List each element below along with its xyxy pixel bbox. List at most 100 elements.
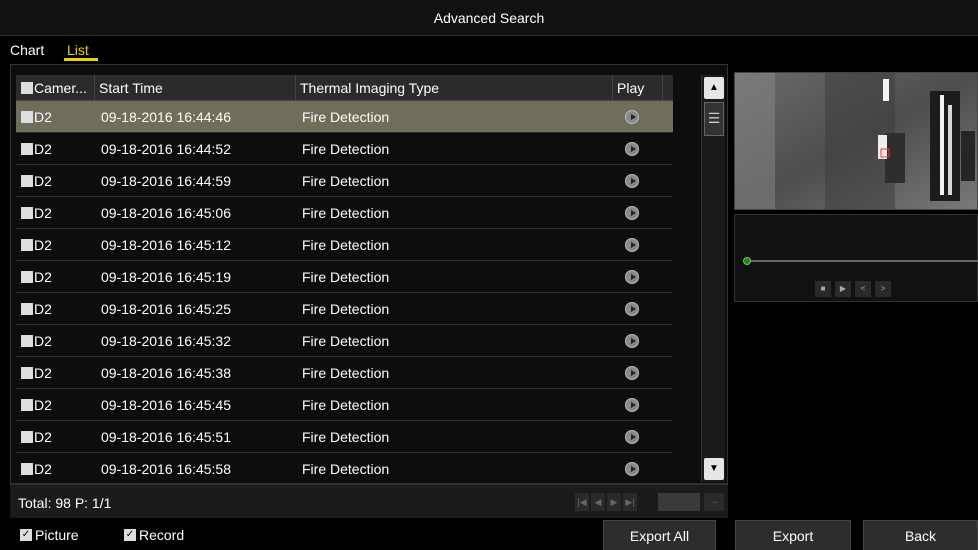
stop-icon[interactable]: ■ bbox=[815, 281, 831, 297]
row-camera: D2 bbox=[34, 205, 52, 221]
tab-chart[interactable]: Chart bbox=[10, 42, 44, 58]
row-type: Fire Detection bbox=[302, 333, 390, 349]
results-table: Camer... Start Time Thermal Imaging Type… bbox=[16, 75, 673, 485]
step-back-icon[interactable]: < bbox=[855, 281, 871, 297]
table-row[interactable]: D2 09-18-2016 16:45:12 Fire Detection bbox=[16, 229, 673, 261]
table-row[interactable]: D2 09-18-2016 16:44:59 Fire Detection bbox=[16, 165, 673, 197]
row-checkbox[interactable] bbox=[21, 271, 33, 283]
row-camera: D2 bbox=[34, 173, 52, 189]
pagination-bar: Total: 98 P: 1/1 |◀ ◀ ▶ ▶| → bbox=[10, 484, 728, 518]
row-camera: D2 bbox=[34, 269, 52, 285]
step-forward-icon[interactable]: > bbox=[875, 281, 891, 297]
row-checkbox[interactable] bbox=[21, 431, 33, 443]
total-count: Total: 98 P: 1/1 bbox=[18, 495, 112, 511]
table-row[interactable]: D2 09-18-2016 16:45:19 Fire Detection bbox=[16, 261, 673, 293]
results-panel: Camer... Start Time Thermal Imaging Type… bbox=[10, 64, 728, 485]
play-circle-icon[interactable] bbox=[625, 142, 639, 156]
prev-page-icon[interactable]: ◀ bbox=[591, 493, 605, 511]
picture-checkbox[interactable]: ✓ bbox=[20, 529, 32, 541]
header-type[interactable]: Thermal Imaging Type bbox=[296, 75, 613, 101]
scroll-thumb[interactable]: ☰ bbox=[704, 102, 724, 136]
row-type: Fire Detection bbox=[302, 205, 390, 221]
row-type: Fire Detection bbox=[302, 141, 390, 157]
table-row[interactable]: D2 09-18-2016 16:45:58 Fire Detection bbox=[16, 453, 673, 485]
row-start-time: 09-18-2016 16:45:38 bbox=[101, 365, 231, 381]
tab-list[interactable]: List bbox=[67, 42, 89, 58]
table-row[interactable]: D2 09-18-2016 16:45:32 Fire Detection bbox=[16, 325, 673, 357]
row-camera: D2 bbox=[34, 301, 52, 317]
record-option[interactable]: ✓ Record bbox=[124, 527, 184, 543]
play-circle-icon[interactable] bbox=[625, 238, 639, 252]
header-start-time[interactable]: Start Time bbox=[95, 75, 296, 101]
row-camera: D2 bbox=[34, 461, 52, 477]
back-button[interactable]: Back bbox=[863, 520, 978, 550]
play-circle-icon[interactable] bbox=[625, 302, 639, 316]
table-header: Camer... Start Time Thermal Imaging Type… bbox=[16, 75, 673, 101]
header-camera[interactable]: Camer... bbox=[16, 75, 95, 101]
row-checkbox[interactable] bbox=[21, 207, 33, 219]
row-camera: D2 bbox=[34, 109, 52, 125]
row-checkbox[interactable] bbox=[21, 367, 33, 379]
header-spacer bbox=[663, 75, 673, 101]
row-camera: D2 bbox=[34, 333, 52, 349]
table-row[interactable]: D2 09-18-2016 16:45:45 Fire Detection bbox=[16, 389, 673, 421]
select-all-checkbox[interactable] bbox=[21, 82, 33, 94]
video-preview bbox=[734, 72, 978, 210]
row-start-time: 09-18-2016 16:45:25 bbox=[101, 301, 231, 317]
row-start-time: 09-18-2016 16:45:32 bbox=[101, 333, 231, 349]
play-circle-icon[interactable] bbox=[625, 398, 639, 412]
picture-option[interactable]: ✓ Picture bbox=[20, 527, 79, 543]
first-page-icon[interactable]: |◀ bbox=[575, 493, 589, 511]
playback-progress-knob[interactable] bbox=[743, 257, 751, 265]
row-start-time: 09-18-2016 16:45:58 bbox=[101, 461, 231, 477]
last-page-icon[interactable]: ▶| bbox=[623, 493, 637, 511]
play-circle-icon[interactable] bbox=[625, 462, 639, 476]
table-row[interactable]: D2 09-18-2016 16:44:46 Fire Detection bbox=[16, 101, 673, 133]
play-circle-icon[interactable] bbox=[625, 430, 639, 444]
play-circle-icon[interactable] bbox=[625, 334, 639, 348]
thermal-image bbox=[735, 73, 977, 209]
right-empty-area bbox=[734, 306, 978, 518]
play-circle-icon[interactable] bbox=[625, 110, 639, 124]
play-circle-icon[interactable] bbox=[625, 366, 639, 380]
row-start-time: 09-18-2016 16:45:45 bbox=[101, 397, 231, 413]
table-row[interactable]: D2 09-18-2016 16:45:06 Fire Detection bbox=[16, 197, 673, 229]
go-arrow-icon[interactable]: → bbox=[704, 493, 724, 511]
table-row[interactable]: D2 09-18-2016 16:45:51 Fire Detection bbox=[16, 421, 673, 453]
row-start-time: 09-18-2016 16:44:59 bbox=[101, 173, 231, 189]
row-type: Fire Detection bbox=[302, 237, 390, 253]
playback-progress-track[interactable] bbox=[747, 260, 978, 262]
row-checkbox[interactable] bbox=[21, 143, 33, 155]
row-checkbox[interactable] bbox=[21, 335, 33, 347]
row-type: Fire Detection bbox=[302, 397, 390, 413]
row-start-time: 09-18-2016 16:44:52 bbox=[101, 141, 231, 157]
record-checkbox[interactable]: ✓ bbox=[124, 529, 136, 541]
row-checkbox[interactable] bbox=[21, 175, 33, 187]
page-number-input[interactable] bbox=[658, 493, 700, 511]
row-checkbox[interactable] bbox=[21, 303, 33, 315]
export-all-button[interactable]: Export All bbox=[603, 520, 716, 550]
play-circle-icon[interactable] bbox=[625, 270, 639, 284]
play-icon[interactable]: ▶ bbox=[835, 281, 851, 297]
table-body: D2 09-18-2016 16:44:46 Fire Detection D2 09-… bbox=[16, 101, 673, 485]
row-camera: D2 bbox=[34, 237, 52, 253]
row-camera: D2 bbox=[34, 397, 52, 413]
row-checkbox[interactable] bbox=[21, 463, 33, 475]
row-checkbox[interactable] bbox=[21, 111, 33, 123]
export-button[interactable]: Export bbox=[735, 520, 851, 550]
row-type: Fire Detection bbox=[302, 269, 390, 285]
chevron-down-icon[interactable]: ▼ bbox=[704, 458, 724, 480]
row-checkbox[interactable] bbox=[21, 239, 33, 251]
table-row[interactable]: D2 09-18-2016 16:45:38 Fire Detection bbox=[16, 357, 673, 389]
pager-controls: |◀ ◀ ▶ ▶| bbox=[575, 493, 637, 511]
table-row[interactable]: D2 09-18-2016 16:45:25 Fire Detection bbox=[16, 293, 673, 325]
row-start-time: 09-18-2016 16:45:51 bbox=[101, 429, 231, 445]
chevron-up-icon[interactable]: ▲ bbox=[704, 77, 724, 99]
play-circle-icon[interactable] bbox=[625, 206, 639, 220]
playback-controls: ■ ▶ < > bbox=[734, 214, 978, 302]
table-row[interactable]: D2 09-18-2016 16:44:52 Fire Detection bbox=[16, 133, 673, 165]
play-circle-icon[interactable] bbox=[625, 174, 639, 188]
vertical-scrollbar[interactable]: ▲ ☰ ▼ bbox=[701, 75, 725, 482]
row-checkbox[interactable] bbox=[21, 399, 33, 411]
next-page-icon[interactable]: ▶ bbox=[607, 493, 621, 511]
